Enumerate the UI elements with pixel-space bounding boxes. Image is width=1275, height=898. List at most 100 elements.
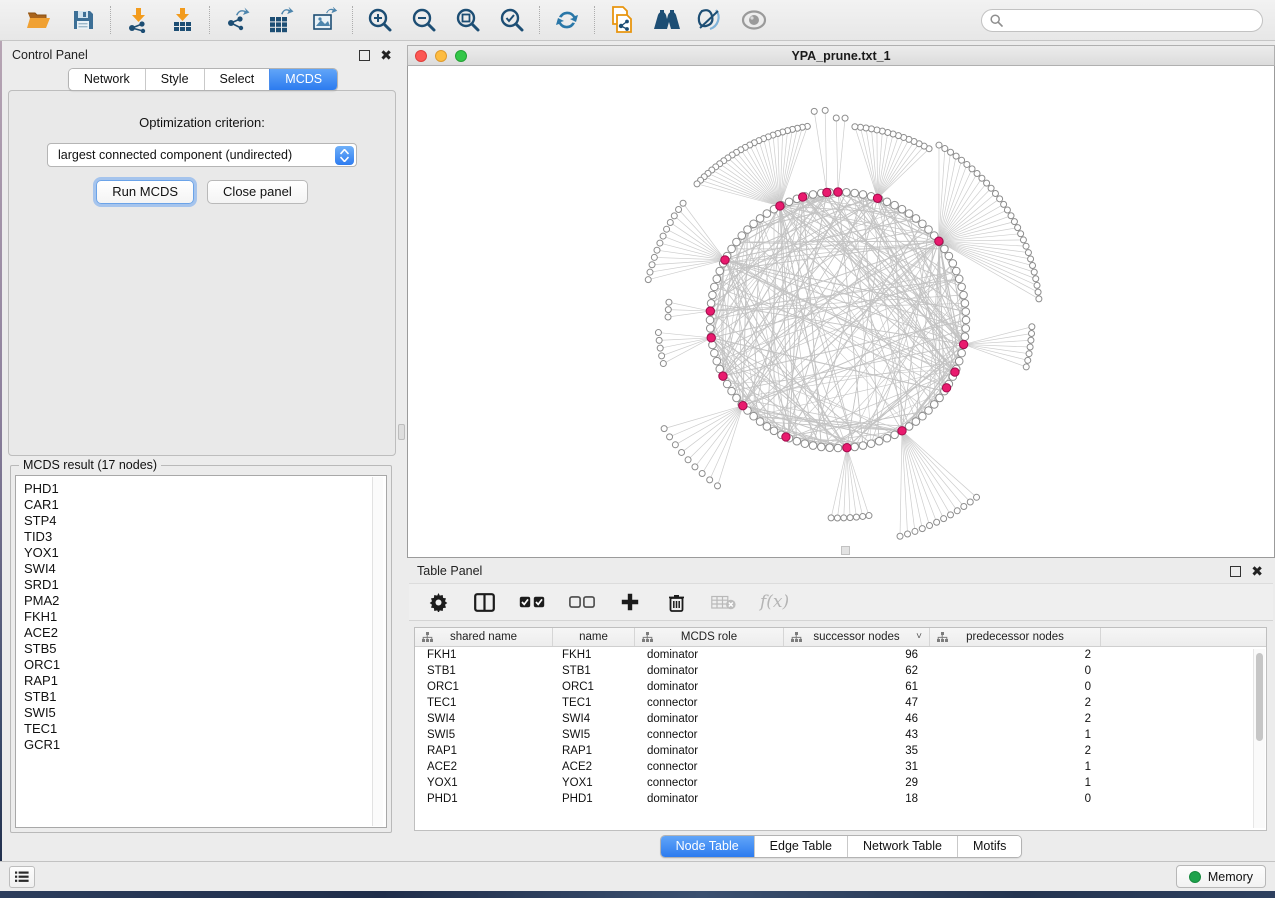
table-row[interactable]: TEC1TEC1connector472	[415, 695, 1266, 711]
graph-node[interactable]	[961, 333, 969, 341]
graph-leaf-node[interactable]	[988, 185, 994, 191]
graph-leaf-node[interactable]	[841, 515, 847, 521]
graph-leaf-node[interactable]	[1018, 231, 1024, 237]
graph-node[interactable]	[962, 316, 970, 324]
graph-node[interactable]	[744, 226, 752, 234]
graph-leaf-node[interactable]	[997, 196, 1003, 202]
tab-network[interactable]: Network	[69, 69, 145, 90]
graph-leaf-node[interactable]	[1033, 276, 1039, 282]
graph-leaf-node[interactable]	[919, 526, 925, 532]
graph-mcds-node[interactable]	[834, 188, 842, 196]
graph-node[interactable]	[707, 299, 715, 307]
graph-leaf-node[interactable]	[655, 330, 661, 336]
graph-node[interactable]	[763, 210, 771, 218]
graph-leaf-node[interactable]	[659, 353, 665, 359]
graph-mcds-node[interactable]	[706, 307, 714, 315]
mcds-result-list[interactable]: PHD1CAR1STP4TID3YOX1SWI4SRD1PMA2FKH1ACE2…	[15, 475, 387, 828]
graph-node[interactable]	[919, 220, 927, 228]
graph-node[interactable]	[763, 423, 771, 431]
graph-leaf-node[interactable]	[1015, 225, 1021, 231]
mcds-result-item[interactable]: TID3	[24, 529, 386, 545]
mcds-result-item[interactable]: STP4	[24, 513, 386, 529]
graph-mcds-node[interactable]	[959, 340, 967, 348]
graph-leaf-node[interactable]	[953, 153, 959, 159]
export-image-icon[interactable]	[310, 5, 340, 35]
deselect-all-icon[interactable]	[569, 590, 595, 614]
criterion-dropdown[interactable]: largest connected component (undirected)	[47, 143, 357, 167]
graph-leaf-node[interactable]	[1008, 213, 1014, 219]
graph-leaf-node[interactable]	[936, 142, 942, 148]
table-settings-icon[interactable]	[427, 590, 449, 614]
graph-mcds-node[interactable]	[719, 372, 727, 380]
mcds-result-item[interactable]: CAR1	[24, 497, 386, 513]
graph-leaf-node[interactable]	[1029, 331, 1035, 337]
window-minimize-icon[interactable]	[435, 50, 447, 62]
graph-leaf-node[interactable]	[1004, 207, 1010, 213]
mcds-result-item[interactable]: PMA2	[24, 593, 386, 609]
graph-leaf-node[interactable]	[647, 269, 653, 275]
graph-leaf-node[interactable]	[948, 149, 954, 155]
graph-leaf-node[interactable]	[661, 426, 667, 432]
graph-node[interactable]	[801, 440, 809, 448]
table-row[interactable]: PHD1PHD1dominator180	[415, 791, 1266, 807]
graph-leaf-node[interactable]	[992, 190, 998, 196]
table-row[interactable]: ACE2ACE2connector311	[415, 759, 1266, 775]
graph-leaf-node[interactable]	[927, 523, 933, 529]
graph-node[interactable]	[793, 437, 801, 445]
graph-leaf-node[interactable]	[656, 337, 662, 343]
close-panel-icon[interactable]: ✖	[1251, 566, 1263, 577]
column-header-shared-name[interactable]: shared name	[415, 628, 553, 646]
export-table-icon[interactable]	[266, 5, 296, 35]
graph-leaf-node[interactable]	[934, 519, 940, 525]
graph-leaf-node[interactable]	[667, 434, 673, 440]
graph-node[interactable]	[826, 444, 834, 452]
graph-leaf-node[interactable]	[852, 124, 858, 130]
canvas-resize-handle[interactable]	[841, 546, 850, 555]
graph-leaf-node[interactable]	[1029, 324, 1035, 330]
graph-leaf-node[interactable]	[942, 146, 948, 152]
graph-leaf-node[interactable]	[654, 247, 660, 253]
float-panel-icon[interactable]	[359, 50, 370, 61]
graph-node[interactable]	[733, 238, 741, 246]
graph-leaf-node[interactable]	[667, 219, 673, 225]
graph-node[interactable]	[912, 418, 920, 426]
column-header-MCDS-role[interactable]: MCDS role	[635, 628, 784, 646]
task-history-button[interactable]	[9, 866, 35, 888]
graph-mcds-node[interactable]	[799, 193, 807, 201]
graph-leaf-node[interactable]	[912, 528, 918, 534]
graph-leaf-node[interactable]	[974, 494, 980, 500]
graph-leaf-node[interactable]	[1035, 289, 1041, 295]
graph-node[interactable]	[867, 440, 875, 448]
graph-leaf-node[interactable]	[715, 483, 721, 489]
graph-node[interactable]	[750, 220, 758, 228]
mcds-result-item[interactable]: TEC1	[24, 721, 386, 737]
graph-node[interactable]	[930, 401, 938, 409]
save-session-icon[interactable]	[68, 5, 98, 35]
memory-button[interactable]: Memory	[1176, 865, 1266, 888]
graph-leaf-node[interactable]	[828, 515, 834, 521]
graph-leaf-node[interactable]	[853, 514, 859, 520]
graph-leaf-node[interactable]	[692, 464, 698, 470]
graph-leaf-node[interactable]	[961, 504, 967, 510]
import-network-icon[interactable]	[123, 5, 153, 35]
graph-mcds-node[interactable]	[942, 384, 950, 392]
graph-node[interactable]	[960, 291, 968, 299]
graph-leaf-node[interactable]	[967, 499, 973, 505]
graph-node[interactable]	[955, 357, 963, 365]
global-search[interactable]	[981, 9, 1263, 32]
graph-node[interactable]	[843, 188, 851, 196]
graph-node[interactable]	[756, 215, 764, 223]
tab-mcds[interactable]: MCDS	[269, 69, 337, 90]
graph-node[interactable]	[756, 418, 764, 426]
table-row[interactable]: STB1STB1dominator620	[415, 663, 1266, 679]
graph-leaf-node[interactable]	[842, 115, 848, 121]
graph-leaf-node[interactable]	[974, 170, 980, 176]
export-network-icon[interactable]	[222, 5, 252, 35]
mcds-result-item[interactable]: ACE2	[24, 625, 386, 641]
graph-node[interactable]	[706, 316, 714, 324]
graph-node[interactable]	[891, 201, 899, 209]
graph-node[interactable]	[834, 444, 842, 452]
graph-leaf-node[interactable]	[811, 108, 817, 114]
graph-node[interactable]	[925, 226, 933, 234]
graph-node[interactable]	[713, 357, 721, 365]
